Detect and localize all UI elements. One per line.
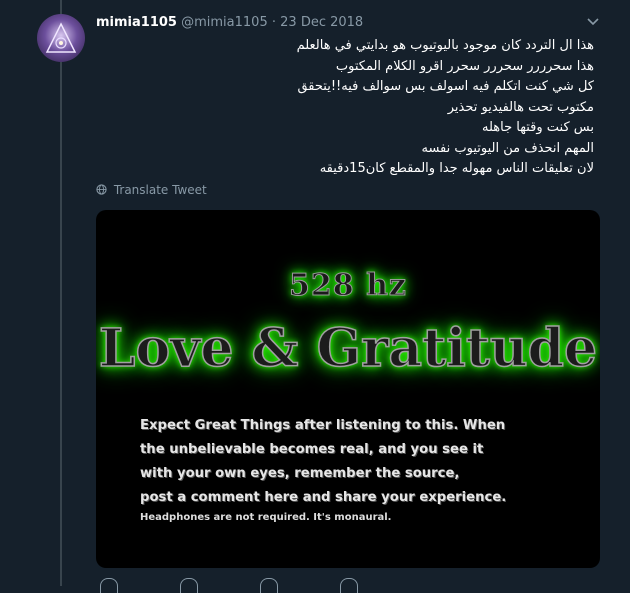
tweet-actions	[96, 578, 600, 593]
avatar[interactable]	[37, 14, 85, 62]
chevron-down-icon[interactable]	[584, 14, 602, 32]
avatar-image	[45, 22, 77, 53]
tweet-line: هذا ال التردد كان موجود باليوتيوب هو بدا…	[296, 38, 594, 53]
tweet-line: المهم انحذف من اليوتيوب نفسه	[421, 140, 594, 156]
tweet-line: بس كنت وقتها جاهله	[482, 120, 594, 135]
media-body-line: the unbelievable becomes real, and you s…	[140, 442, 484, 457]
media-body-line: Expect Great Things after listening to t…	[140, 418, 506, 433]
media-body-line: with your own eyes, remember the source,	[140, 466, 460, 481]
media-body-text: Expect Great Things after listening to t…	[140, 414, 584, 510]
tweet-header: mimia1105 @mimia1105 · 23 Dec 2018	[96, 13, 600, 33]
tweet-line: هذا سحرررر سحررر سحرر اقرو الكلام المكتو…	[335, 58, 594, 74]
tweet-date[interactable]: 23 Dec 2018	[280, 15, 363, 30]
thread-line	[60, 0, 62, 586]
tweet-text: هذا ال التردد كان موجود باليوتيوب هو بدا…	[96, 36, 594, 180]
user-handle[interactable]: @mimia1105	[181, 15, 268, 30]
globe-icon	[96, 182, 110, 200]
tweet-media-image[interactable]: 528 hz Love & Gratitude Expect Great Thi…	[96, 210, 600, 568]
tweet-line: لان تعليقات الناس مهوله جدا والمقطع كان1…	[319, 161, 594, 176]
display-name[interactable]: mimia1105	[96, 15, 177, 30]
media-footnote: Headphones are not required. It's monaur…	[140, 512, 392, 523]
translate-tweet-link[interactable]: Translate Tweet	[96, 181, 207, 199]
translate-label: Translate Tweet	[113, 183, 207, 197]
separator-dot: ·	[271, 15, 276, 30]
tweet-line: كل شي كنت اتكلم فيه اسولف بس سوالف فيه!!…	[297, 79, 594, 94]
tweet-line: مكتوب تحت هالفيديو تحذير	[447, 99, 594, 115]
media-title-text: Love & Gratitude	[98, 317, 598, 380]
media-hz-text: 528 hz	[289, 268, 407, 304]
media-body-line: post a comment here and share your exper…	[140, 490, 507, 505]
